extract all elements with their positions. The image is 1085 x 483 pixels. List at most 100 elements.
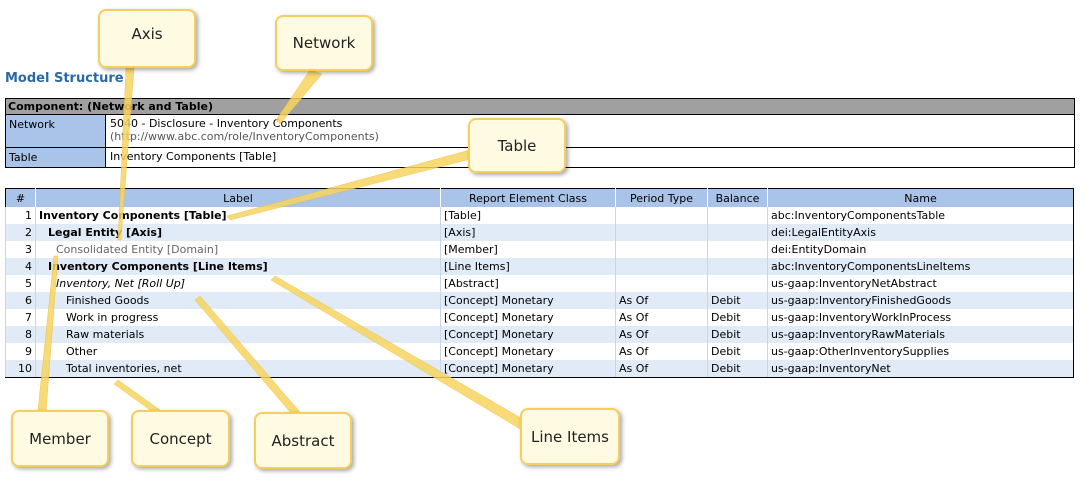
table-row: 3 Consolidated Entity [Domain] [Member] … xyxy=(5,241,1074,258)
table-row: 4 Inventory Components [Line Items] [Lin… xyxy=(5,258,1074,275)
component-header: Component: (Network and Table) xyxy=(6,99,1074,115)
row-label: Inventory Components [Table] xyxy=(35,207,441,224)
row-number: 9 xyxy=(5,343,36,360)
row-period: As Of xyxy=(615,343,708,360)
row-label: Inventory Components [Line Items] xyxy=(35,258,441,275)
table-row: 9 Other [Concept] Monetary As Of Debit u… xyxy=(5,343,1074,360)
row-number: 6 xyxy=(5,292,36,309)
row-balance xyxy=(707,207,768,224)
row-balance: Debit xyxy=(707,309,768,326)
network-callout: Network xyxy=(275,15,373,71)
row-name: us-gaap:InventoryFinishedGoods xyxy=(767,292,1074,309)
model-structure-table: # Label Report Element Class Period Type… xyxy=(5,188,1074,378)
row-number: 10 xyxy=(5,360,36,378)
network-value: 5040 - Disclosure - Inventory Components xyxy=(110,117,343,130)
network-value-cell: 5040 - Disclosure - Inventory Components… xyxy=(106,115,383,147)
axis-callout: Axis xyxy=(98,9,196,68)
row-period: As Of xyxy=(615,309,708,326)
column-header-class: Report Element Class xyxy=(440,188,616,207)
row-label: Raw materials xyxy=(35,326,441,343)
row-label: Other xyxy=(35,343,441,360)
row-balance xyxy=(707,241,768,258)
column-header-number: # xyxy=(5,188,36,207)
row-period xyxy=(615,241,708,258)
row-class: [Abstract] xyxy=(440,275,616,292)
concept-callout-text: Concept xyxy=(149,429,212,448)
row-label: Work in progress xyxy=(35,309,441,326)
table-value: Inventory Components [Table] xyxy=(110,150,277,163)
table-row: 10 Total inventories, net [Concept] Mone… xyxy=(5,360,1074,378)
concept-pointer xyxy=(113,379,161,411)
row-period: As Of xyxy=(615,360,708,378)
row-name: us-gaap:InventoryRawMaterials xyxy=(767,326,1074,343)
row-period xyxy=(615,224,708,241)
row-period: As Of xyxy=(615,292,708,309)
row-label: Total inventories, net xyxy=(35,360,441,378)
network-uri: (http://www.abc.com/role/InventoryCompon… xyxy=(110,130,379,143)
table-label: Table xyxy=(6,148,106,167)
axis-callout-text: Axis xyxy=(131,25,163,43)
row-class: [Concept] Monetary xyxy=(440,292,616,309)
row-number: 4 xyxy=(5,258,36,275)
row-name: dei:LegalEntityAxis xyxy=(767,224,1074,241)
line-items-callout-text: Line Items xyxy=(531,427,609,446)
column-header-label: Label xyxy=(35,188,441,207)
row-name: dei:EntityDomain xyxy=(767,241,1074,258)
column-header-period: Period Type xyxy=(615,188,708,207)
row-class: [Concept] Monetary xyxy=(440,309,616,326)
table-row: 7 Work in progress [Concept] Monetary As… xyxy=(5,309,1074,326)
row-name: us-gaap:OtherInventorySupplies xyxy=(767,343,1074,360)
row-balance: Debit xyxy=(707,343,768,360)
row-balance xyxy=(707,224,768,241)
row-name: us-gaap:InventoryNet xyxy=(767,360,1074,378)
table-row: 1 Inventory Components [Table] [Table] a… xyxy=(5,207,1074,224)
column-header-name: Name xyxy=(767,188,1074,207)
row-number: 2 xyxy=(5,224,36,241)
row-class: [Table] xyxy=(440,207,616,224)
row-period xyxy=(615,275,708,292)
row-class: [Concept] Monetary xyxy=(440,360,616,378)
line-items-callout: Line Items xyxy=(520,408,620,465)
row-class: [Axis] xyxy=(440,224,616,241)
row-number: 3 xyxy=(5,241,36,258)
row-label: Inventory, Net [Roll Up] xyxy=(35,275,441,292)
member-callout-text: Member xyxy=(29,429,91,448)
row-balance: Debit xyxy=(707,326,768,343)
table-callout-text: Table xyxy=(497,136,537,155)
network-label: Network xyxy=(6,115,106,147)
row-label: Finished Goods xyxy=(35,292,441,309)
row-class: [Concept] Monetary xyxy=(440,343,616,360)
table-row: 2 Legal Entity [Axis] [Axis] dei:LegalEn… xyxy=(5,224,1074,241)
row-class: [Concept] Monetary xyxy=(440,326,616,343)
row-name: abc:InventoryComponentsTable xyxy=(767,207,1074,224)
table-row: 8 Raw materials [Concept] Monetary As Of… xyxy=(5,326,1074,343)
row-class: [Member] xyxy=(440,241,616,258)
table-header-row: # Label Report Element Class Period Type… xyxy=(5,188,1074,207)
column-header-balance: Balance xyxy=(707,188,768,207)
row-period xyxy=(615,258,708,275)
row-balance: Debit xyxy=(707,292,768,309)
row-name: us-gaap:InventoryWorkInProcess xyxy=(767,309,1074,326)
row-number: 7 xyxy=(5,309,36,326)
member-callout: Member xyxy=(11,410,109,467)
row-balance: Debit xyxy=(707,360,768,378)
network-callout-text: Network xyxy=(292,34,356,52)
abstract-callout-text: Abstract xyxy=(271,431,335,450)
concept-callout: Concept xyxy=(131,410,230,467)
table-callout: Table xyxy=(468,118,566,173)
row-period xyxy=(615,207,708,224)
row-label: Consolidated Entity [Domain] xyxy=(35,241,441,258)
row-number: 5 xyxy=(5,275,36,292)
row-class: [Line Items] xyxy=(440,258,616,275)
row-name: abc:InventoryComponentsLineItems xyxy=(767,258,1074,275)
abstract-callout: Abstract xyxy=(254,412,352,469)
row-period: As Of xyxy=(615,326,708,343)
row-balance xyxy=(707,258,768,275)
row-name: us-gaap:InventoryNetAbstract xyxy=(767,275,1074,292)
table-row: 6 Finished Goods [Concept] Monetary As O… xyxy=(5,292,1074,309)
row-label: Legal Entity [Axis] xyxy=(35,224,441,241)
table-row: 5 Inventory, Net [Roll Up] [Abstract] us… xyxy=(5,275,1074,292)
row-number: 1 xyxy=(5,207,36,224)
row-number: 8 xyxy=(5,326,36,343)
page-title: Model Structure xyxy=(5,71,124,86)
